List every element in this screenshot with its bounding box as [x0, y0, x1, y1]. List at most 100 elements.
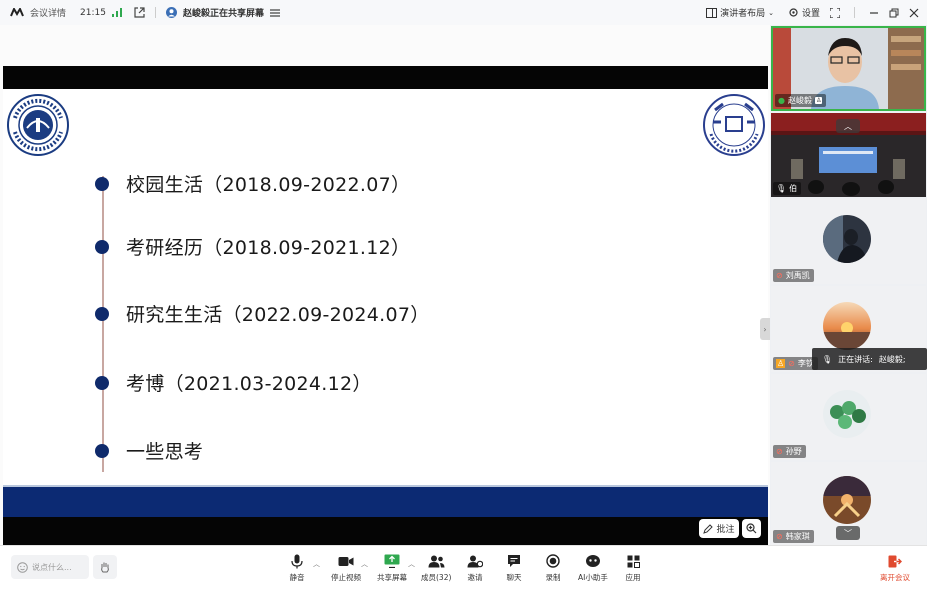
- apps-label: 应用: [625, 573, 641, 582]
- meeting-details-link[interactable]: 会议详情: [30, 6, 66, 19]
- zoom-in-icon: [746, 523, 757, 534]
- raise-hand-button[interactable]: [93, 555, 117, 579]
- mic-muted-icon: ⊘: [776, 447, 783, 456]
- share-screen-icon: [383, 552, 401, 570]
- chat-input[interactable]: 说点什么...: [11, 555, 89, 579]
- mic-muted-icon: ⊘: [788, 359, 795, 368]
- title-separator-right: [854, 7, 855, 18]
- video-options-chevron-icon[interactable]: ︿: [361, 559, 368, 569]
- mute-button[interactable]: 静音: [288, 552, 306, 583]
- participant-name-tag: ⊘ 孙野: [773, 445, 806, 458]
- layout-icon: [706, 7, 718, 18]
- stop-video-label: 停止视频: [331, 573, 361, 582]
- timeline-dot: [95, 176, 109, 191]
- chat-placeholder: 说点什么...: [32, 562, 72, 572]
- annotate-label: 批注: [716, 525, 735, 535]
- timeline-item: 校园生活（2018.09-2022.07）: [95, 170, 410, 197]
- settings-button[interactable]: 设置: [788, 6, 820, 19]
- network-signal-icon[interactable]: [111, 8, 122, 17]
- participant-video-tile[interactable]: ︿ 🎙 伯: [771, 113, 926, 197]
- participant-name: 韩家琪: [785, 532, 810, 541]
- participant-video-tile[interactable]: ● 赵峻毅 ♙: [771, 26, 926, 111]
- slide-top-band: [3, 66, 768, 89]
- university-emblem-logo: [7, 94, 69, 156]
- apps-grid-icon: [624, 552, 642, 570]
- stop-video-button[interactable]: 停止视频: [331, 552, 361, 583]
- speaking-label: 正在讲话:: [838, 354, 873, 364]
- record-label: 录制: [545, 573, 561, 582]
- fullscreen-icon[interactable]: [830, 7, 840, 18]
- timeline-text: 一些思考: [126, 441, 204, 463]
- participant-avatar-tile[interactable]: ⊘ 刘禹凯: [771, 199, 926, 284]
- timeline-dot: [95, 443, 109, 458]
- leave-meeting-button[interactable]: 离开会议: [880, 552, 910, 583]
- title-separator: [154, 7, 156, 18]
- close-icon[interactable]: [909, 8, 919, 18]
- tencent-meeting-logo-icon: [10, 8, 24, 17]
- timeline-item: 考研经历（2018.09-2021.12）: [95, 233, 410, 260]
- ai-assistant-button[interactable]: AI小助手: [578, 552, 608, 583]
- meeting-toolbar: 说点什么... 静音 ︿ 停止视频 ︿ 共享屏幕 ︿ 成员(32) 邀请 聊天 …: [0, 545, 927, 592]
- mute-options-chevron-icon[interactable]: ︿: [313, 559, 320, 569]
- restore-icon[interactable]: [889, 8, 899, 18]
- participant-name-tag: ⊘ 刘禹凯: [773, 269, 814, 282]
- share-options-chevron-icon[interactable]: ︿: [408, 559, 415, 569]
- participant-name: 伯: [789, 184, 798, 193]
- participant-name-tag: ⊘ 韩家琪: [773, 530, 814, 543]
- mic-muted-icon: ⊘: [776, 271, 783, 280]
- chevron-up-icon: ︿: [844, 121, 852, 131]
- zoom-button[interactable]: [742, 519, 761, 538]
- scroll-up-button[interactable]: ︿: [836, 119, 860, 133]
- title-right: 演讲者布局 ⌄ 设置: [706, 0, 919, 25]
- timeline-item: 考博（2021.03-2024.12）: [95, 369, 372, 396]
- sharer-avatar-icon: [165, 7, 177, 18]
- presentation-slide: 校园生活（2018.09-2022.07） 考研经历（2018.09-2021.…: [3, 66, 768, 569]
- leave-label: 离开会议: [880, 573, 910, 582]
- share-screen-label: 共享屏幕: [377, 573, 407, 582]
- pen-icon: [703, 523, 714, 534]
- avatar: [823, 302, 871, 350]
- mic-muted-icon: ⊘: [776, 532, 783, 541]
- hand-icon: [99, 561, 111, 574]
- members-label: 成员(32): [421, 573, 452, 582]
- host-role-icon: ♙: [776, 359, 786, 368]
- more-menu-icon[interactable]: [269, 8, 280, 17]
- layout-button[interactable]: 演讲者布局 ⌄: [706, 6, 774, 19]
- speaking-name: 赵峻毅;: [878, 354, 906, 364]
- chat-label: 聊天: [506, 573, 522, 582]
- invite-icon: [466, 552, 484, 570]
- scroll-down-button[interactable]: ﹀: [836, 526, 860, 540]
- record-icon: [544, 552, 562, 570]
- share-screen-button[interactable]: 共享屏幕: [377, 552, 407, 583]
- timeline-dot: [95, 375, 109, 390]
- settings-label: 设置: [801, 9, 820, 19]
- avatar: [823, 215, 871, 263]
- ai-assistant-label: AI小助手: [578, 573, 608, 582]
- chevron-right-icon: ›: [763, 324, 767, 334]
- avatar: [823, 476, 871, 524]
- annotate-button[interactable]: 批注: [699, 519, 739, 538]
- shared-screen-area: 校园生活（2018.09-2022.07） 考研经历（2018.09-2021.…: [0, 25, 770, 569]
- slide-blue-band: [3, 485, 768, 517]
- panel-collapse-handle[interactable]: ›: [760, 318, 770, 340]
- participant-name: 孙野: [785, 447, 802, 456]
- camera-icon: [337, 552, 355, 570]
- external-window-icon[interactable]: [134, 7, 145, 18]
- apps-button[interactable]: 应用: [624, 552, 642, 583]
- participant-avatar-tile[interactable]: ﹀ ⊘ 韩家琪: [771, 462, 926, 545]
- timeline-text: 考研经历（2018.09-2021.12）: [126, 237, 411, 259]
- timeline-text: 研究生生活（2022.09-2024.07）: [126, 304, 430, 326]
- record-button[interactable]: 录制: [544, 552, 562, 583]
- emoji-icon[interactable]: [17, 561, 28, 573]
- chat-icon: [505, 552, 523, 570]
- invite-label: 邀请: [467, 573, 483, 582]
- members-button[interactable]: 成员(32): [421, 552, 451, 583]
- participant-avatar-tile[interactable]: ⊘ 孙野: [771, 374, 926, 460]
- avatar: [823, 390, 871, 438]
- participant-name: 赵峻毅: [787, 96, 812, 105]
- minimize-icon[interactable]: [869, 8, 879, 18]
- chat-button[interactable]: 聊天: [505, 552, 523, 583]
- invite-button[interactable]: 邀请: [466, 552, 484, 583]
- participant-name-tag: ● 赵峻毅 ♙: [775, 94, 827, 107]
- timeline-item: 研究生生活（2022.09-2024.07）: [95, 300, 430, 327]
